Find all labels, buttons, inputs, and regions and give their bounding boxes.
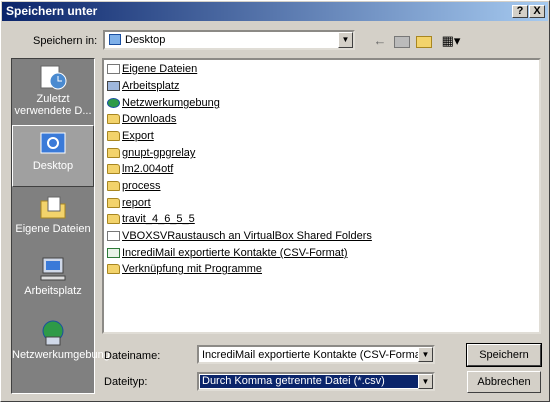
shortcut-icon [107, 231, 120, 242]
chevron-down-icon[interactable]: ▼ [338, 32, 353, 48]
new-folder-icon[interactable] [414, 32, 434, 50]
list-item[interactable]: VBOXSVRaustausch an VirtualBox Shared Fo… [107, 228, 372, 244]
chevron-down-icon[interactable]: ▼ [418, 347, 433, 362]
list-item[interactable]: Verknüpfung mit Programme [107, 261, 262, 277]
up-folder-icon[interactable] [392, 32, 412, 50]
list-item[interactable]: Arbeitsplatz [107, 78, 179, 94]
place-my-documents[interactable]: Eigene Dateien [12, 189, 94, 249]
location-label: Speichern in: [33, 35, 98, 47]
folder-icon [107, 214, 120, 225]
place-recent[interactable]: Zuletzt verwendete D... [12, 59, 94, 123]
list-item[interactable]: report [107, 195, 151, 211]
folder-icon [107, 148, 120, 159]
recent-docs-icon [40, 65, 67, 90]
filename-input[interactable]: IncrediMail exportierte Kontakte (CSV-Fo… [197, 345, 435, 364]
save-as-dialog: Speichern unter ? X Speichern in: Deskto… [0, 0, 550, 402]
save-button[interactable]: Speichern [466, 343, 542, 367]
place-network[interactable]: Netzwerkumgebung [12, 315, 110, 391]
cancel-button[interactable]: Abbrechen [467, 371, 541, 393]
close-button[interactable]: X [529, 5, 545, 18]
list-item[interactable]: Downloads [107, 111, 176, 127]
help-button[interactable]: ? [512, 5, 528, 18]
shortcut-folder-icon [107, 264, 120, 275]
place-label: Arbeitsplatz [24, 285, 82, 297]
filetype-value: Durch Komma getrennte Datei (*.csv) [200, 375, 421, 388]
places-bar: Zuletzt verwendete D... Desktop Eigene D… [11, 58, 110, 394]
location-value: Desktop [125, 34, 166, 46]
list-item[interactable]: lm2.004otf [107, 161, 173, 177]
folder-icon [107, 164, 120, 175]
place-label: Netzwerkumgebung [12, 349, 110, 361]
my-computer-icon [40, 257, 66, 281]
list-item[interactable]: travit_4_6_5_5 [107, 211, 195, 227]
window-title: Speichern unter [6, 4, 98, 18]
csv-file-icon [107, 248, 120, 259]
network-icon [42, 320, 64, 346]
place-desktop[interactable]: Desktop [12, 125, 94, 187]
title-bar[interactable]: Speichern unter ? X [2, 2, 548, 21]
filetype-select[interactable]: Durch Komma getrennte Datei (*.csv) ▼ [197, 372, 435, 391]
list-item[interactable]: Export [107, 128, 154, 144]
desktop-icon [40, 132, 66, 154]
place-label: Zuletzt verwendete D... [14, 93, 92, 117]
my-documents-icon [40, 196, 66, 219]
list-item[interactable]: gnupt-gpgrelay [107, 145, 195, 161]
folder-icon [107, 131, 120, 142]
place-label: Eigene Dateien [15, 223, 91, 235]
folder-icon [107, 114, 120, 125]
filetype-label: Dateityp: [104, 376, 148, 388]
chevron-down-icon[interactable]: ▼ [418, 374, 433, 389]
filename-value: IncrediMail exportierte Kontakte (CSV-Fo… [202, 349, 428, 361]
list-item[interactable]: IncrediMail exportierte Kontakte (CSV-Fo… [107, 245, 348, 261]
place-label: Desktop [32, 160, 74, 172]
file-list[interactable]: Eigene Dateien Arbeitsplatz Netzwerkumge… [102, 58, 541, 334]
back-icon[interactable]: ← [370, 32, 390, 50]
filename-label: Dateiname: [104, 350, 161, 362]
list-item[interactable]: process [107, 178, 161, 194]
folder-icon [107, 198, 120, 209]
my-documents-icon [107, 64, 120, 75]
location-combo[interactable]: Desktop ▼ [103, 30, 355, 50]
view-menu-icon[interactable]: ▦▾ [438, 32, 464, 50]
place-my-computer[interactable]: Arbeitsplatz [12, 251, 94, 313]
network-icon [107, 98, 120, 109]
list-item[interactable]: Eigene Dateien [107, 61, 197, 77]
list-item[interactable]: Netzwerkumgebung [107, 95, 220, 111]
folder-icon [107, 181, 120, 192]
desktop-icon [109, 34, 121, 45]
my-computer-icon [107, 81, 120, 92]
